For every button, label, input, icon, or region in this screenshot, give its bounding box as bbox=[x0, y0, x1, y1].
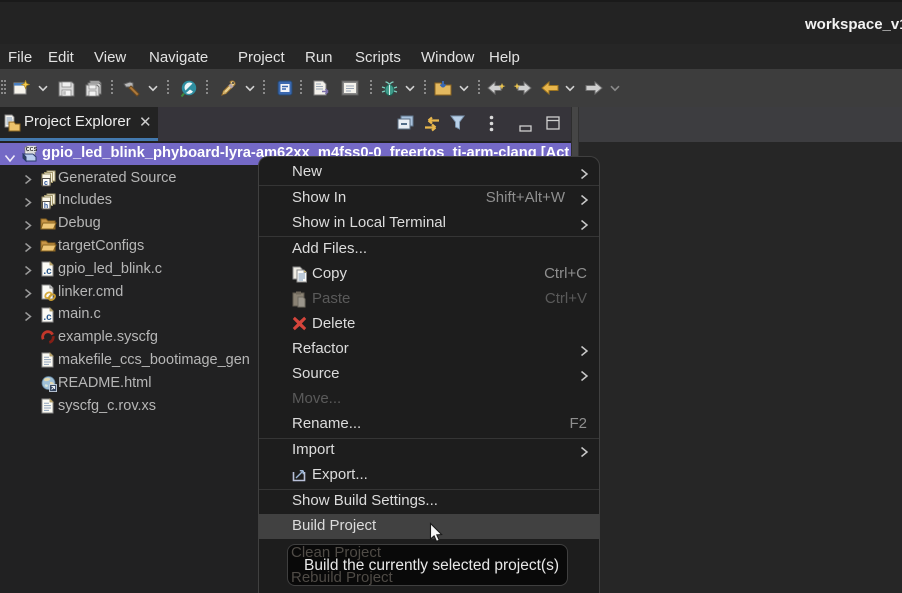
svg-text:c: c bbox=[44, 180, 48, 187]
svg-text:h: h bbox=[44, 203, 48, 210]
svg-text:CCS: CCS bbox=[26, 147, 38, 153]
svg-text:.c: .c bbox=[43, 312, 52, 323]
svg-text:.c: .c bbox=[43, 266, 52, 277]
